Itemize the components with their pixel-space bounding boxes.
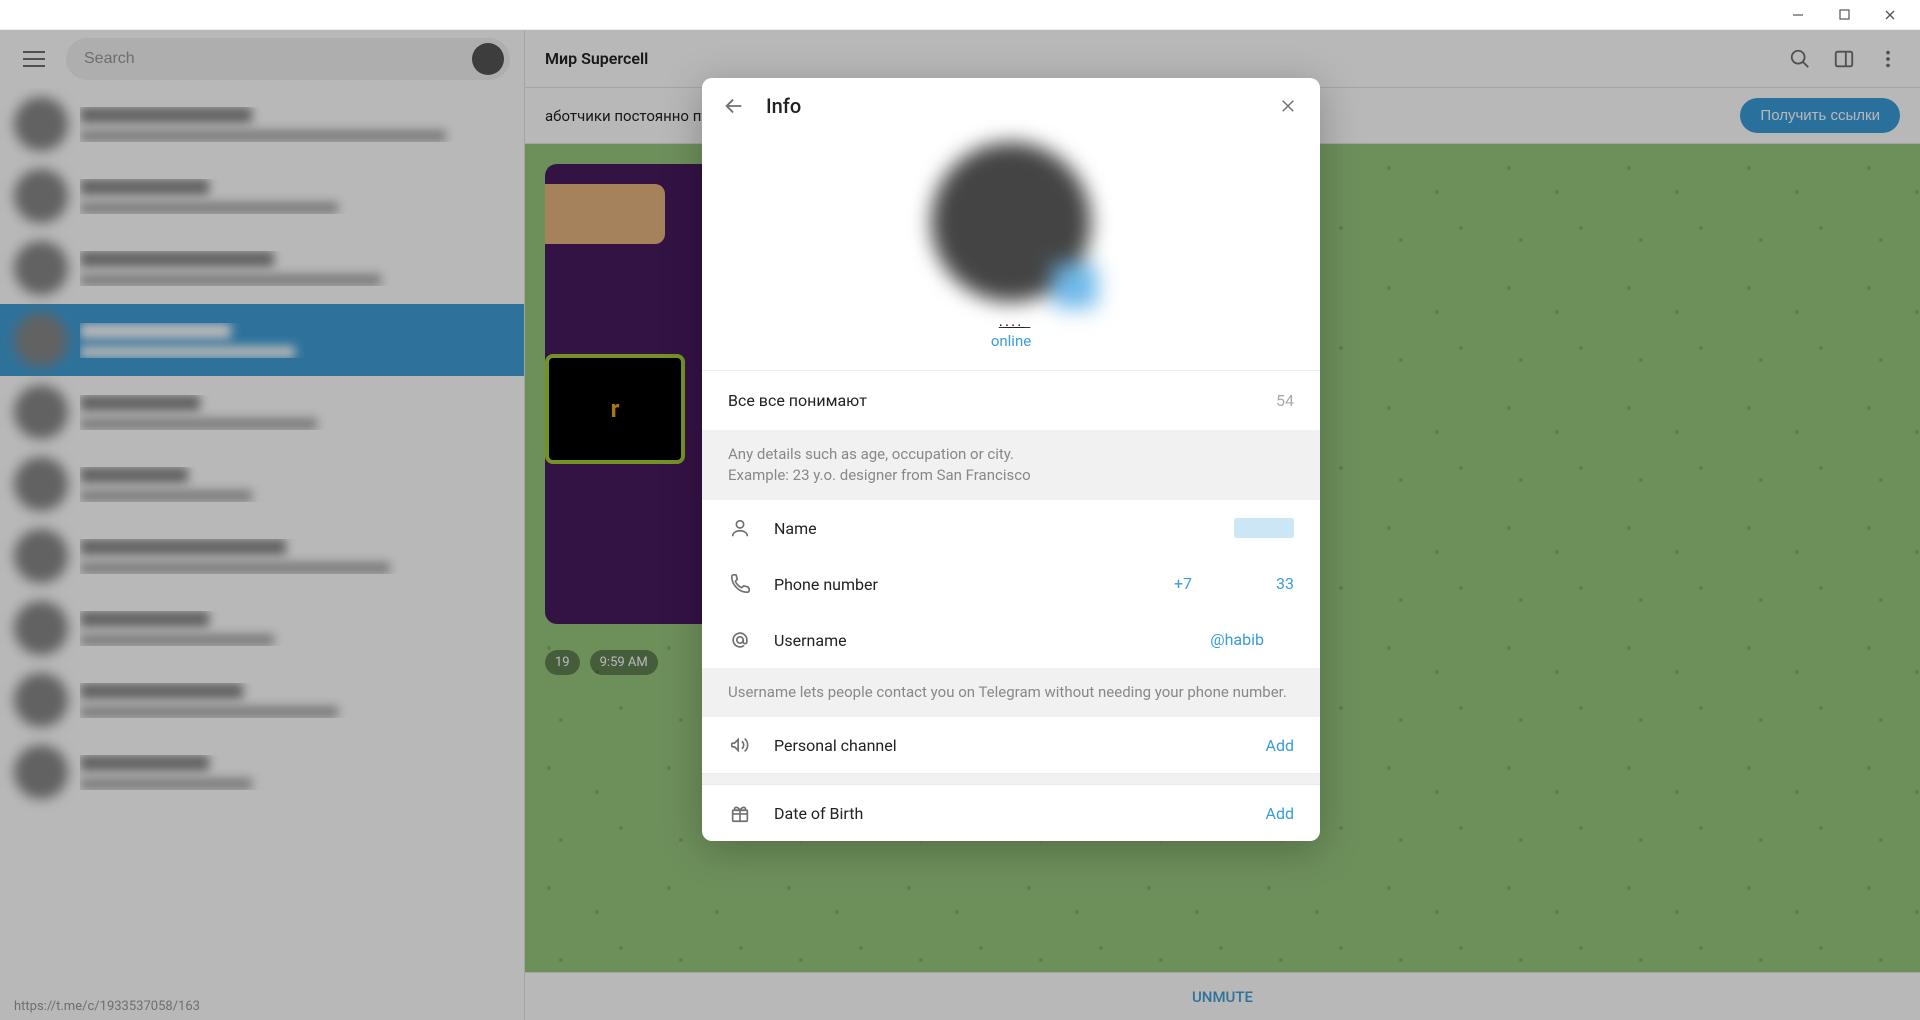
profile-avatar[interactable]: [931, 142, 1091, 302]
bio-row[interactable]: Все все понимают 54: [702, 370, 1320, 430]
window-titlebar: [0, 0, 1920, 30]
megaphone-icon: [728, 733, 752, 757]
back-button[interactable]: [720, 92, 748, 120]
close-button[interactable]: [1274, 92, 1302, 120]
bio-char-limit: 54: [1276, 391, 1294, 410]
personal-channel-label: Personal channel: [774, 736, 1244, 755]
window-maximize-button[interactable]: [1822, 1, 1866, 29]
dob-add[interactable]: Add: [1266, 804, 1294, 823]
user-icon: [728, 516, 752, 540]
phone-row[interactable]: Phone number +7 33: [702, 556, 1320, 612]
bio-hint: Any details such as age, occupation or c…: [702, 430, 1320, 500]
modal-title: Info: [766, 94, 801, 118]
gift-icon: [728, 801, 752, 825]
profile-status: online: [991, 332, 1031, 350]
dob-row[interactable]: Date of Birth Add: [702, 785, 1320, 841]
bio-text: Все все понимают: [728, 391, 1276, 410]
dob-label: Date of Birth: [774, 804, 1244, 823]
username-value: @habib: [1210, 630, 1294, 650]
username-row[interactable]: Username @habib: [702, 612, 1320, 668]
personal-channel-add[interactable]: Add: [1266, 736, 1294, 755]
modal-header: Info: [702, 78, 1320, 134]
username-prefix: @habib: [1210, 630, 1264, 649]
phone-value: +7 33: [1174, 574, 1294, 594]
phone-icon: [728, 572, 752, 596]
at-icon: [728, 628, 752, 652]
personal-channel-row[interactable]: Personal channel Add: [702, 717, 1320, 773]
section-divider: [702, 773, 1320, 785]
profile-section: .͟.͟.͟.͟ online: [702, 134, 1320, 370]
name-label: Name: [774, 519, 1212, 538]
window-minimize-button[interactable]: [1776, 1, 1820, 29]
profile-name: .͟.͟.͟.͟: [999, 312, 1024, 330]
window-close-button[interactable]: [1868, 1, 1912, 29]
phone-suffix: 33: [1276, 574, 1294, 593]
phone-label: Phone number: [774, 575, 1152, 594]
username-label: Username: [774, 631, 1188, 650]
phone-prefix: +7: [1174, 574, 1196, 593]
name-row[interactable]: Name: [702, 500, 1320, 556]
name-value: [1234, 518, 1294, 538]
username-hint: Username lets people contact you on Tele…: [702, 668, 1320, 717]
info-modal: Info .͟.͟.͟.͟ online Все все понимают 54…: [702, 78, 1320, 841]
